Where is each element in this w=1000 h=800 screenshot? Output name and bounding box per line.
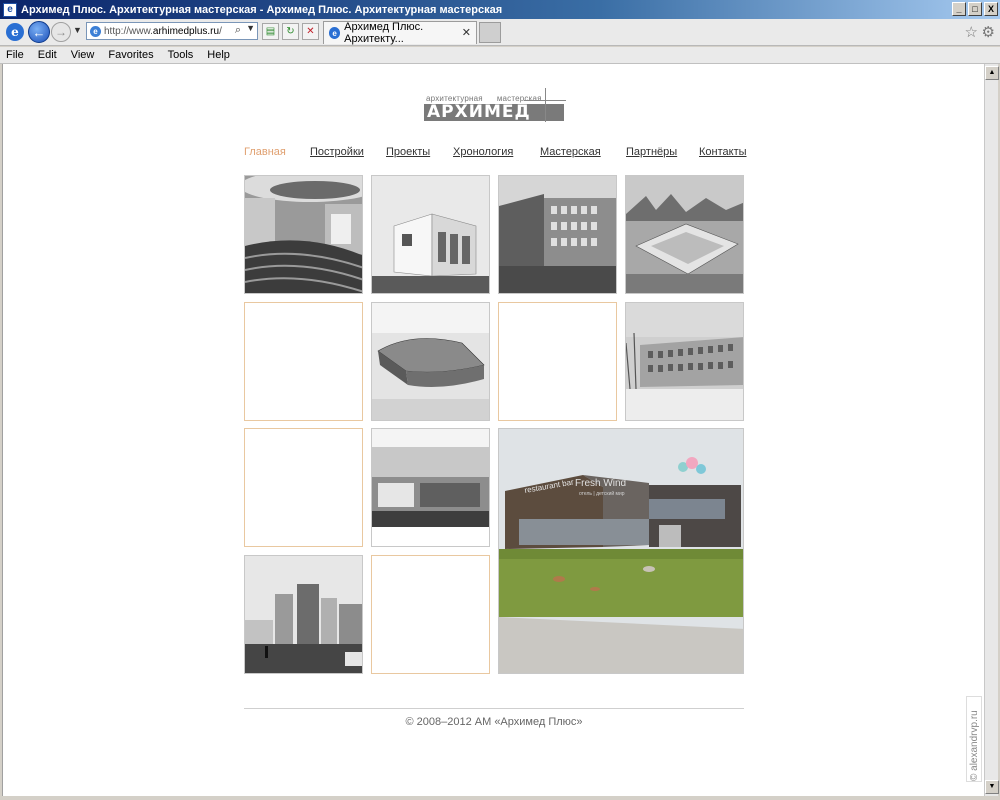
menu-favorites[interactable]: Favorites <box>106 49 155 61</box>
office-building-photo[interactable] <box>498 175 617 294</box>
page-viewport <box>2 64 984 796</box>
auditorium-photo[interactable] <box>244 175 363 294</box>
tab-title: Архимед Плюс. Архитекту... <box>344 21 424 45</box>
watermark-text: © alexandrvp.ru <box>969 710 980 781</box>
compatibility-view-icon[interactable]: ▤ <box>262 23 279 40</box>
featured-project-photo[interactable]: restaurant bar Fresh Wind отель | детски… <box>498 428 744 674</box>
gear-icon[interactable]: ⚙ <box>982 23 995 41</box>
footer-copyright: © 2008–2012 АМ «Архимед Плюс» <box>405 716 583 728</box>
winter-building-photo[interactable] <box>625 302 744 421</box>
search-icon[interactable]: ⌕ <box>235 24 241 37</box>
window-title-bar: e Архимед Плюс. Архитектурная мастерская… <box>0 0 1000 19</box>
aerial-render-photo[interactable] <box>625 175 744 294</box>
address-suffix: / <box>219 25 222 37</box>
page-icon: e <box>90 25 101 37</box>
hotel-sign: отель | детский мир <box>579 490 625 497</box>
window-controls: _ □ X <box>952 2 998 16</box>
site-logo[interactable]: архитектурная мастерская АРХИМЕД <box>424 88 566 124</box>
nav-link-home[interactable]: Главная <box>244 146 286 158</box>
scroll-up-icon[interactable]: ▲ <box>985 66 999 80</box>
watermark: © alexandrvp.ru <box>966 696 982 782</box>
minimize-button[interactable]: _ <box>952 2 966 16</box>
ie-logo-icon: e <box>6 23 24 41</box>
forward-button[interactable]: → <box>51 22 71 42</box>
stadium-render-photo[interactable] <box>371 302 490 421</box>
history-dropdown-icon[interactable]: ▼ <box>73 25 82 35</box>
empty-tile <box>498 302 617 421</box>
menu-file[interactable]: File <box>4 49 26 61</box>
nav-link-studio[interactable]: Мастерская <box>540 146 601 158</box>
logo-divider-horizontal <box>524 100 566 101</box>
nav-link-chronology[interactable]: Хронология <box>453 146 513 158</box>
menu-help[interactable]: Help <box>205 49 232 61</box>
menu-tools[interactable]: Tools <box>166 49 196 61</box>
favorites-star-icon[interactable]: ☆ <box>965 23 978 41</box>
site-nav: Главная Постройки Проекты Хронология Мас… <box>244 146 747 160</box>
window-title: Архимед Плюс. Архитектурная мастерская -… <box>21 3 503 16</box>
refresh-icon[interactable]: ↻ <box>282 23 299 40</box>
nav-link-contacts[interactable]: Контакты <box>699 146 747 158</box>
address-dropdown-icon[interactable]: ▼ <box>246 23 255 33</box>
address-bar[interactable]: e http://www. arhimedplus.ru / ⌕ ▼ <box>86 22 258 40</box>
vertical-scrollbar[interactable]: ▲ ▼ <box>984 64 999 796</box>
city-street-photo[interactable] <box>244 555 363 674</box>
navigation-bar: e ← → ▼ e http://www. arhimedplus.ru / ⌕ ▼… <box>0 19 1000 46</box>
empty-tile <box>244 428 363 547</box>
back-button[interactable]: ← <box>28 21 50 43</box>
address-host: arhimedplus.ru <box>152 25 220 37</box>
footer-divider <box>244 708 744 709</box>
address-prefix: http://www. <box>104 25 153 37</box>
fresh-wind-sign: Fresh Wind <box>575 478 626 489</box>
stop-icon[interactable]: ✕ <box>302 23 319 40</box>
nav-link-buildings[interactable]: Постройки <box>310 146 364 158</box>
tab-active[interactable]: e Архимед Плюс. Архитекту... ✕ <box>323 21 477 45</box>
menu-bar: File Edit View Favorites Tools Help <box>0 47 1000 64</box>
building-render-photo[interactable] <box>371 175 490 294</box>
tab-close-icon[interactable]: ✕ <box>462 26 471 39</box>
nav-link-projects[interactable]: Проекты <box>386 146 430 158</box>
empty-tile <box>371 555 490 674</box>
close-button[interactable]: X <box>984 2 998 16</box>
empty-tile <box>244 302 363 421</box>
logo-wordmark: АРХИМЕД <box>424 104 564 121</box>
nav-link-partners[interactable]: Партнёры <box>626 146 677 158</box>
menu-edit[interactable]: Edit <box>36 49 59 61</box>
new-tab-button[interactable] <box>479 22 501 43</box>
ie-app-icon: e <box>3 2 17 17</box>
scroll-down-icon[interactable]: ▼ <box>985 780 999 794</box>
maximize-button[interactable]: □ <box>968 2 982 16</box>
tab-favicon-icon: e <box>329 27 341 39</box>
menu-view[interactable]: View <box>69 49 97 61</box>
facade-render-photo[interactable] <box>371 428 490 547</box>
logo-divider <box>545 88 546 122</box>
